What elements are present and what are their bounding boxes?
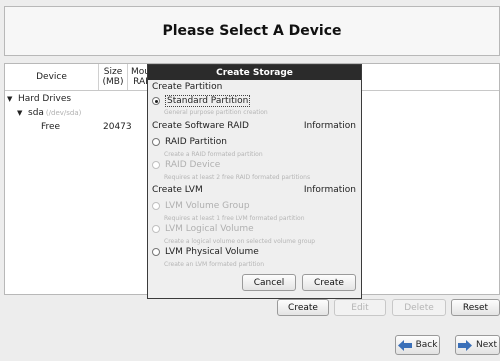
back-label: Back [415,340,438,350]
option-description: Requires at least 2 free RAID formated p… [164,174,311,181]
radio-label: Standard Partition [165,95,251,107]
edit-button[interactable]: Edit [334,299,386,316]
delete-button[interactable]: Delete [392,299,446,316]
radio-unselected-icon[interactable] [152,138,160,146]
option-description: Create a logical volume on selected volu… [164,238,316,245]
radio-label: LVM Logical Volume [165,224,254,234]
radio-raid-device[interactable]: RAID Device [152,160,220,170]
page-title: Please Select A Device [162,23,342,39]
radio-disabled-icon [152,202,160,210]
tree-label: sda [28,107,44,118]
back-button[interactable]: Back [395,335,440,355]
radio-label: RAID Partition [165,137,227,147]
radio-disabled-icon [152,225,160,233]
arrow-left-icon [397,339,412,351]
radio-disabled-icon [152,161,160,169]
option-description: Create an LVM formated partition [164,261,264,268]
tree-label: Free [41,121,61,132]
option-description: Requires at least 1 free LVM formated pa… [164,215,305,222]
radio-label: LVM Physical Volume [165,247,259,257]
dialog-title: Create Storage [148,65,361,80]
section-create-partition: Create Partition [152,82,223,92]
section-label: Create Software RAID [152,121,249,131]
device-path: (/dev/sda) [45,108,82,117]
next-button[interactable]: Next [455,335,500,355]
information-label: Information [303,121,356,131]
option-description: Create a RAID formated partition [164,151,263,158]
radio-lvm-logical-volume[interactable]: LVM Logical Volume [152,224,254,234]
dialog-cancel-button[interactable]: Cancel [242,274,296,291]
page-header: Please Select A Device [4,6,500,56]
tree-row-free[interactable]: Free 20473 [41,120,161,133]
radio-label: LVM Volume Group [165,201,250,211]
tree-label: Hard Drives [18,93,72,104]
section-create-lvm: Create LVM Information [152,185,356,195]
tree-row-sda[interactable]: ▼ sda (/dev/sda) [17,106,81,119]
radio-unselected-icon[interactable] [152,248,160,256]
expander-down-icon[interactable]: ▼ [17,109,25,117]
radio-raid-partition[interactable]: RAID Partition [152,137,227,147]
information-label: Information [303,185,356,195]
column-device[interactable]: Device [5,64,99,90]
radio-label: RAID Device [165,160,221,170]
radio-selected-icon[interactable] [152,97,160,105]
create-storage-dialog: Create Storage Create Partition Standard… [147,64,362,299]
option-description: General purpose partition creation [164,109,268,116]
section-label: Create LVM [152,185,203,195]
arrow-right-icon [458,339,473,351]
radio-lvm-physical-volume[interactable]: LVM Physical Volume [152,247,259,257]
column-size[interactable]: Size (MB) [99,64,128,90]
create-button[interactable]: Create [277,299,329,316]
dialog-create-button[interactable]: Create [302,274,356,291]
section-software-raid: Create Software RAID Information [152,121,356,131]
expander-down-icon[interactable]: ▼ [7,95,15,103]
tree-row-hard-drives[interactable]: ▼ Hard Drives [7,92,71,105]
radio-standard-partition[interactable]: Standard Partition [152,95,251,107]
radio-lvm-volume-group[interactable]: LVM Volume Group [152,201,250,211]
free-size: 20473 [103,121,132,132]
next-label: Next [476,340,497,350]
reset-button[interactable]: Reset [451,299,500,316]
